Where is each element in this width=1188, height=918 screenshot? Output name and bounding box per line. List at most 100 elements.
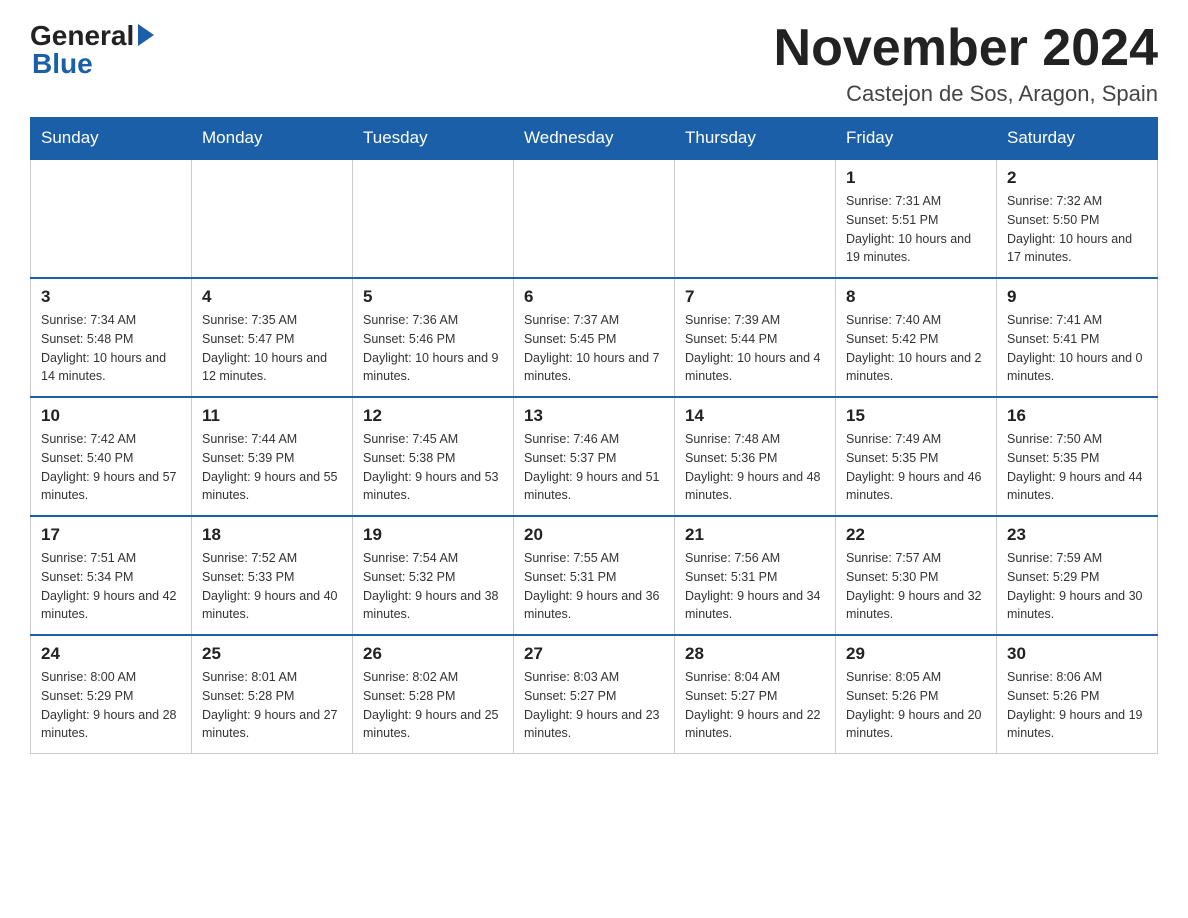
calendar-cell: 10 Sunrise: 7:42 AMSunset: 5:40 PMDayligh… [31, 397, 192, 516]
day-info: Sunrise: 7:51 AMSunset: 5:34 PMDaylight:… [41, 549, 181, 624]
day-info: Sunrise: 7:44 AMSunset: 5:39 PMDaylight:… [202, 430, 342, 505]
calendar-cell: 18Sunrise: 7:52 AMSunset: 5:33 PMDayligh… [192, 516, 353, 635]
calendar-cell: 12 Sunrise: 7:45 AMSunset: 5:38 PMDayligh… [353, 397, 514, 516]
day-info: Sunrise: 7:49 AMSunset: 5:35 PMDaylight:… [846, 430, 986, 505]
calendar-cell: 17 Sunrise: 7:51 AMSunset: 5:34 PMDayligh… [31, 516, 192, 635]
day-info: Sunrise: 7:52 AMSunset: 5:33 PMDaylight:… [202, 549, 342, 624]
calendar-cell: 8 Sunrise: 7:40 AMSunset: 5:42 PMDaylight… [836, 278, 997, 397]
day-number: 10 [41, 406, 181, 426]
calendar-cell: 20 Sunrise: 7:55 AMSunset: 5:31 PMDayligh… [514, 516, 675, 635]
day-number: 16 [1007, 406, 1147, 426]
day-number: 1 [846, 168, 986, 188]
calendar-week-row: 10 Sunrise: 7:42 AMSunset: 5:40 PMDayligh… [31, 397, 1158, 516]
day-info: Sunrise: 7:59 AMSunset: 5:29 PMDaylight:… [1007, 549, 1147, 624]
day-info: Sunrise: 8:00 AMSunset: 5:29 PMDaylight:… [41, 668, 181, 743]
column-header-tuesday: Tuesday [353, 118, 514, 160]
day-number: 7 [685, 287, 825, 307]
location-title: Castejon de Sos, Aragon, Spain [774, 81, 1158, 107]
calendar-cell: 21 Sunrise: 7:56 AMSunset: 5:31 PMDayligh… [675, 516, 836, 635]
day-number: 19 [363, 525, 503, 545]
calendar-cell: 7 Sunrise: 7:39 AMSunset: 5:44 PMDaylight… [675, 278, 836, 397]
column-header-thursday: Thursday [675, 118, 836, 160]
day-number: 26 [363, 644, 503, 664]
day-number: 11 [202, 406, 342, 426]
day-number: 14 [685, 406, 825, 426]
calendar-week-row: 1 Sunrise: 7:31 AMSunset: 5:51 PMDaylight… [31, 159, 1158, 278]
day-number: 29 [846, 644, 986, 664]
calendar-cell: 2Sunrise: 7:32 AMSunset: 5:50 PMDaylight… [997, 159, 1158, 278]
day-number: 5 [363, 287, 503, 307]
calendar-cell: 29 Sunrise: 8:05 AMSunset: 5:26 PMDayligh… [836, 635, 997, 754]
calendar-cell: 11 Sunrise: 7:44 AMSunset: 5:39 PMDayligh… [192, 397, 353, 516]
day-info: Sunrise: 7:31 AMSunset: 5:51 PMDaylight:… [846, 192, 986, 267]
day-info: Sunrise: 7:56 AMSunset: 5:31 PMDaylight:… [685, 549, 825, 624]
calendar-cell: 19 Sunrise: 7:54 AMSunset: 5:32 PMDayligh… [353, 516, 514, 635]
day-info: Sunrise: 7:45 AMSunset: 5:38 PMDaylight:… [363, 430, 503, 505]
calendar-cell: 1 Sunrise: 7:31 AMSunset: 5:51 PMDaylight… [836, 159, 997, 278]
calendar-cell [31, 159, 192, 278]
calendar-cell: 14Sunrise: 7:48 AMSunset: 5:36 PMDayligh… [675, 397, 836, 516]
day-info: Sunrise: 8:05 AMSunset: 5:26 PMDaylight:… [846, 668, 986, 743]
day-info: Sunrise: 7:40 AMSunset: 5:42 PMDaylight:… [846, 311, 986, 386]
calendar-cell: 27 Sunrise: 8:03 AMSunset: 5:27 PMDayligh… [514, 635, 675, 754]
day-number: 28 [685, 644, 825, 664]
logo-blue: Blue [30, 48, 93, 80]
calendar-cell: 30 Sunrise: 8:06 AMSunset: 5:26 PMDayligh… [997, 635, 1158, 754]
calendar-cell: 28 Sunrise: 8:04 AMSunset: 5:27 PMDayligh… [675, 635, 836, 754]
day-number: 17 [41, 525, 181, 545]
day-number: 24 [41, 644, 181, 664]
day-info: Sunrise: 7:34 AMSunset: 5:48 PMDaylight:… [41, 311, 181, 386]
day-number: 12 [363, 406, 503, 426]
calendar-cell: 6 Sunrise: 7:37 AMSunset: 5:45 PMDaylight… [514, 278, 675, 397]
day-number: 15 [846, 406, 986, 426]
day-info: Sunrise: 7:42 AMSunset: 5:40 PMDaylight:… [41, 430, 181, 505]
calendar-cell: 26 Sunrise: 8:02 AMSunset: 5:28 PMDayligh… [353, 635, 514, 754]
day-info: Sunrise: 7:41 AMSunset: 5:41 PMDaylight:… [1007, 311, 1147, 386]
day-info: Sunrise: 7:50 AMSunset: 5:35 PMDaylight:… [1007, 430, 1147, 505]
day-info: Sunrise: 7:55 AMSunset: 5:31 PMDaylight:… [524, 549, 664, 624]
logo-arrow-icon [138, 24, 154, 46]
day-number: 6 [524, 287, 664, 307]
calendar-header-row: SundayMondayTuesdayWednesdayThursdayFrid… [31, 118, 1158, 160]
day-number: 23 [1007, 525, 1147, 545]
calendar-cell: 5 Sunrise: 7:36 AMSunset: 5:46 PMDaylight… [353, 278, 514, 397]
day-info: Sunrise: 8:01 AMSunset: 5:28 PMDaylight:… [202, 668, 342, 743]
day-number: 4 [202, 287, 342, 307]
day-info: Sunrise: 8:03 AMSunset: 5:27 PMDaylight:… [524, 668, 664, 743]
calendar-cell [353, 159, 514, 278]
title-area: November 2024 Castejon de Sos, Aragon, S… [774, 20, 1158, 107]
day-number: 30 [1007, 644, 1147, 664]
calendar-cell [192, 159, 353, 278]
month-title: November 2024 [774, 20, 1158, 77]
calendar-cell: 25 Sunrise: 8:01 AMSunset: 5:28 PMDayligh… [192, 635, 353, 754]
calendar-week-row: 3Sunrise: 7:34 AMSunset: 5:48 PMDaylight… [31, 278, 1158, 397]
day-info: Sunrise: 7:35 AMSunset: 5:47 PMDaylight:… [202, 311, 342, 386]
day-number: 22 [846, 525, 986, 545]
page-header: General Blue November 2024 Castejon de S… [30, 20, 1158, 107]
day-number: 13 [524, 406, 664, 426]
day-info: Sunrise: 7:54 AMSunset: 5:32 PMDaylight:… [363, 549, 503, 624]
day-info: Sunrise: 7:32 AMSunset: 5:50 PMDaylight:… [1007, 192, 1147, 267]
day-info: Sunrise: 7:37 AMSunset: 5:45 PMDaylight:… [524, 311, 664, 386]
calendar-cell: 16 Sunrise: 7:50 AMSunset: 5:35 PMDayligh… [997, 397, 1158, 516]
day-info: Sunrise: 7:39 AMSunset: 5:44 PMDaylight:… [685, 311, 825, 386]
calendar-week-row: 24 Sunrise: 8:00 AMSunset: 5:29 PMDayligh… [31, 635, 1158, 754]
calendar-cell: 24 Sunrise: 8:00 AMSunset: 5:29 PMDayligh… [31, 635, 192, 754]
day-number: 8 [846, 287, 986, 307]
day-number: 27 [524, 644, 664, 664]
day-info: Sunrise: 8:02 AMSunset: 5:28 PMDaylight:… [363, 668, 503, 743]
day-info: Sunrise: 7:57 AMSunset: 5:30 PMDaylight:… [846, 549, 986, 624]
day-number: 20 [524, 525, 664, 545]
day-number: 21 [685, 525, 825, 545]
column-header-sunday: Sunday [31, 118, 192, 160]
logo: General Blue [30, 20, 154, 80]
day-info: Sunrise: 8:06 AMSunset: 5:26 PMDaylight:… [1007, 668, 1147, 743]
day-number: 9 [1007, 287, 1147, 307]
calendar-cell [514, 159, 675, 278]
day-info: Sunrise: 8:04 AMSunset: 5:27 PMDaylight:… [685, 668, 825, 743]
day-info: Sunrise: 7:36 AMSunset: 5:46 PMDaylight:… [363, 311, 503, 386]
calendar-cell: 15 Sunrise: 7:49 AMSunset: 5:35 PMDayligh… [836, 397, 997, 516]
calendar-cell: 9 Sunrise: 7:41 AMSunset: 5:41 PMDaylight… [997, 278, 1158, 397]
day-number: 25 [202, 644, 342, 664]
day-info: Sunrise: 7:46 AMSunset: 5:37 PMDaylight:… [524, 430, 664, 505]
